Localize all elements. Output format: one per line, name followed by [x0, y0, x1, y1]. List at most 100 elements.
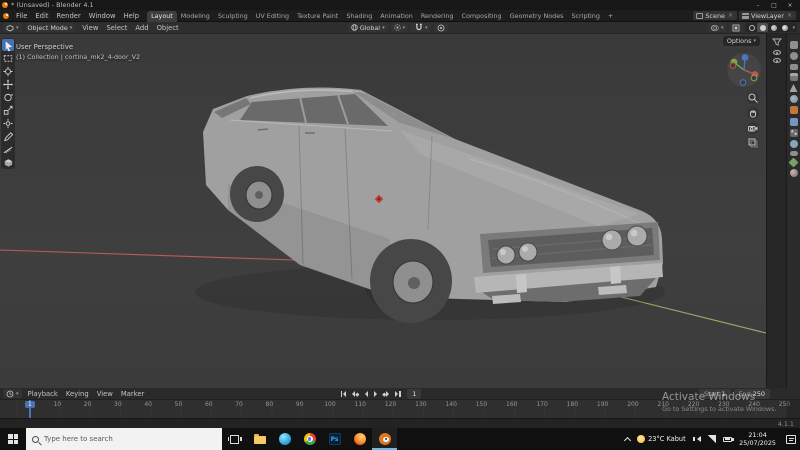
- tray-chevron-up-icon[interactable]: [624, 436, 632, 444]
- close-button[interactable]: ×: [782, 0, 798, 10]
- scene-selector[interactable]: Scene ×: [693, 11, 737, 20]
- workspace-tab-add[interactable]: +: [604, 11, 617, 22]
- taskbar-search[interactable]: [26, 428, 222, 450]
- properties-tab-output-icon[interactable]: [789, 63, 798, 70]
- tool-annotate-button[interactable]: [2, 130, 14, 142]
- perspective-toggle-button[interactable]: [747, 137, 759, 149]
- file-explorer-button[interactable]: [247, 428, 272, 450]
- start-button[interactable]: [0, 428, 26, 450]
- viewport-canvas[interactable]: [0, 34, 766, 388]
- jump-to-end-button[interactable]: [393, 389, 404, 399]
- viewport-menu-view[interactable]: View: [78, 24, 102, 32]
- timeline-menu-playback[interactable]: Playback: [24, 390, 62, 398]
- workspace-tab-compositing[interactable]: Compositing: [458, 11, 506, 22]
- frame-start-field[interactable]: Start 1: [698, 389, 731, 399]
- next-keyframe-button[interactable]: [380, 389, 392, 399]
- menu-file[interactable]: File: [12, 12, 31, 20]
- menu-window[interactable]: Window: [85, 12, 120, 20]
- workspace-tab-sculpting[interactable]: Sculpting: [214, 11, 252, 22]
- properties-tab-scene-icon[interactable]: [789, 83, 798, 92]
- options-button[interactable]: Options ▾: [722, 36, 760, 46]
- properties-tab-physics-icon[interactable]: [789, 139, 798, 148]
- search-input[interactable]: [44, 435, 194, 443]
- workspace-tab-uv-editing[interactable]: UV Editing: [252, 11, 293, 22]
- tool-cursor-button[interactable]: [2, 65, 14, 77]
- editor-type-button[interactable]: ▾: [3, 23, 22, 32]
- viewport-menu-object[interactable]: Object: [153, 24, 183, 32]
- outliner-visibility-row[interactable]: [767, 58, 786, 63]
- workspace-tab-rendering[interactable]: Rendering: [417, 11, 458, 22]
- tool-select-box-button[interactable]: [2, 52, 14, 64]
- volume-icon[interactable]: [692, 436, 702, 442]
- firefox-button[interactable]: [347, 428, 372, 450]
- current-frame-field[interactable]: 1: [407, 389, 422, 399]
- maximize-button[interactable]: □: [766, 0, 782, 10]
- outliner-visibility-row[interactable]: [767, 50, 786, 55]
- properties-tab-particles-icon[interactable]: [789, 128, 798, 137]
- blender-taskbar-button[interactable]: [372, 428, 397, 450]
- viewport-menu-add[interactable]: Add: [131, 24, 152, 32]
- shading-rendered-button[interactable]: [779, 23, 790, 32]
- edge-button[interactable]: [272, 428, 297, 450]
- properties-tab-object-icon[interactable]: [789, 106, 798, 115]
- camera-view-button[interactable]: [747, 122, 759, 134]
- workspace-tab-texture-paint[interactable]: Texture Paint: [293, 11, 342, 22]
- snap-toggle[interactable]: ▾: [411, 23, 431, 32]
- shading-solid-button[interactable]: [757, 23, 769, 32]
- prev-keyframe-button[interactable]: [350, 389, 362, 399]
- zoom-button[interactable]: [747, 92, 759, 104]
- viewlayer-unlink-icon[interactable]: ×: [786, 12, 793, 19]
- taskbar-clock[interactable]: 21:04 25/07/2025: [739, 431, 776, 447]
- navigation-gizmo[interactable]: [726, 52, 762, 90]
- xray-toggle[interactable]: [729, 23, 744, 32]
- task-view-button[interactable]: [222, 428, 247, 450]
- timeline-menu-view[interactable]: View: [93, 390, 117, 398]
- properties-tab-view-layer-icon[interactable]: [789, 72, 798, 81]
- properties-tab-material-icon[interactable]: [789, 169, 798, 178]
- notification-center-icon[interactable]: [786, 434, 796, 444]
- scene-unlink-icon[interactable]: ×: [727, 12, 734, 19]
- workspace-tab-geometry-nodes[interactable]: Geometry Nodes: [506, 11, 568, 22]
- shading-wireframe-button[interactable]: [746, 23, 757, 32]
- overlays-toggle[interactable]: ▾: [707, 23, 727, 32]
- menu-edit[interactable]: Edit: [31, 12, 52, 20]
- properties-tab-constraints-icon[interactable]: [789, 151, 798, 157]
- jump-to-start-button[interactable]: [338, 389, 349, 399]
- proportional-editing-toggle[interactable]: [433, 23, 448, 32]
- battery-icon[interactable]: [723, 436, 734, 442]
- viewlayer-selector[interactable]: ViewLayer ×: [738, 11, 796, 20]
- workspace-tab-layout[interactable]: Layout: [147, 10, 177, 22]
- tool-scale-button[interactable]: [2, 104, 14, 116]
- workspace-tab-scripting[interactable]: Scripting: [567, 11, 603, 22]
- workspace-tab-modeling[interactable]: Modeling: [177, 11, 214, 22]
- viewport-menu-select[interactable]: Select: [102, 24, 131, 32]
- menu-help[interactable]: Help: [120, 12, 144, 20]
- transform-orientation-selector[interactable]: Global ▾: [347, 23, 388, 32]
- properties-tab-world-icon[interactable]: [789, 95, 798, 104]
- frame-end-field[interactable]: End 250: [733, 389, 770, 399]
- workspace-tab-shading[interactable]: Shading: [342, 11, 376, 22]
- weather-widget[interactable]: 23°C Kabut: [637, 435, 686, 443]
- current-frame-marker-label[interactable]: 1: [25, 400, 35, 408]
- tool-tweak-button[interactable]: [2, 39, 14, 51]
- timeline-menu-marker[interactable]: Marker: [117, 390, 149, 398]
- tool-move-button[interactable]: [2, 78, 14, 90]
- mode-selector[interactable]: Object Mode ▾: [24, 23, 76, 32]
- workspace-tab-animation[interactable]: Animation: [376, 11, 417, 22]
- minimize-button[interactable]: –: [750, 0, 766, 10]
- menu-render[interactable]: Render: [53, 12, 85, 20]
- timeline-editor-type-button[interactable]: ▾: [3, 389, 22, 398]
- outliner-filter-button[interactable]: [767, 38, 786, 46]
- properties-tab-tool-icon[interactable]: [789, 41, 798, 50]
- viewport-3d[interactable]: User Perspective (1) Collection | cortin…: [0, 34, 766, 388]
- network-icon[interactable]: [708, 435, 717, 443]
- blender-logo-icon[interactable]: [3, 12, 9, 19]
- tool-transform-button[interactable]: [2, 117, 14, 129]
- properties-tab-modifiers-icon[interactable]: [789, 117, 798, 126]
- shading-material-button[interactable]: [768, 23, 779, 32]
- eye-icon[interactable]: [772, 50, 781, 55]
- properties-tab-object-data-icon[interactable]: [788, 157, 799, 168]
- timeline-editor[interactable]: ▾ PlaybackKeyingViewMarker 1 Start 1: [0, 388, 800, 418]
- timeline-ruler[interactable]: 10 20 30 40 50 60 70 80 90 100 110 120 130 140 150 160 1…: [0, 400, 800, 418]
- photoshop-button[interactable]: Ps: [322, 428, 347, 450]
